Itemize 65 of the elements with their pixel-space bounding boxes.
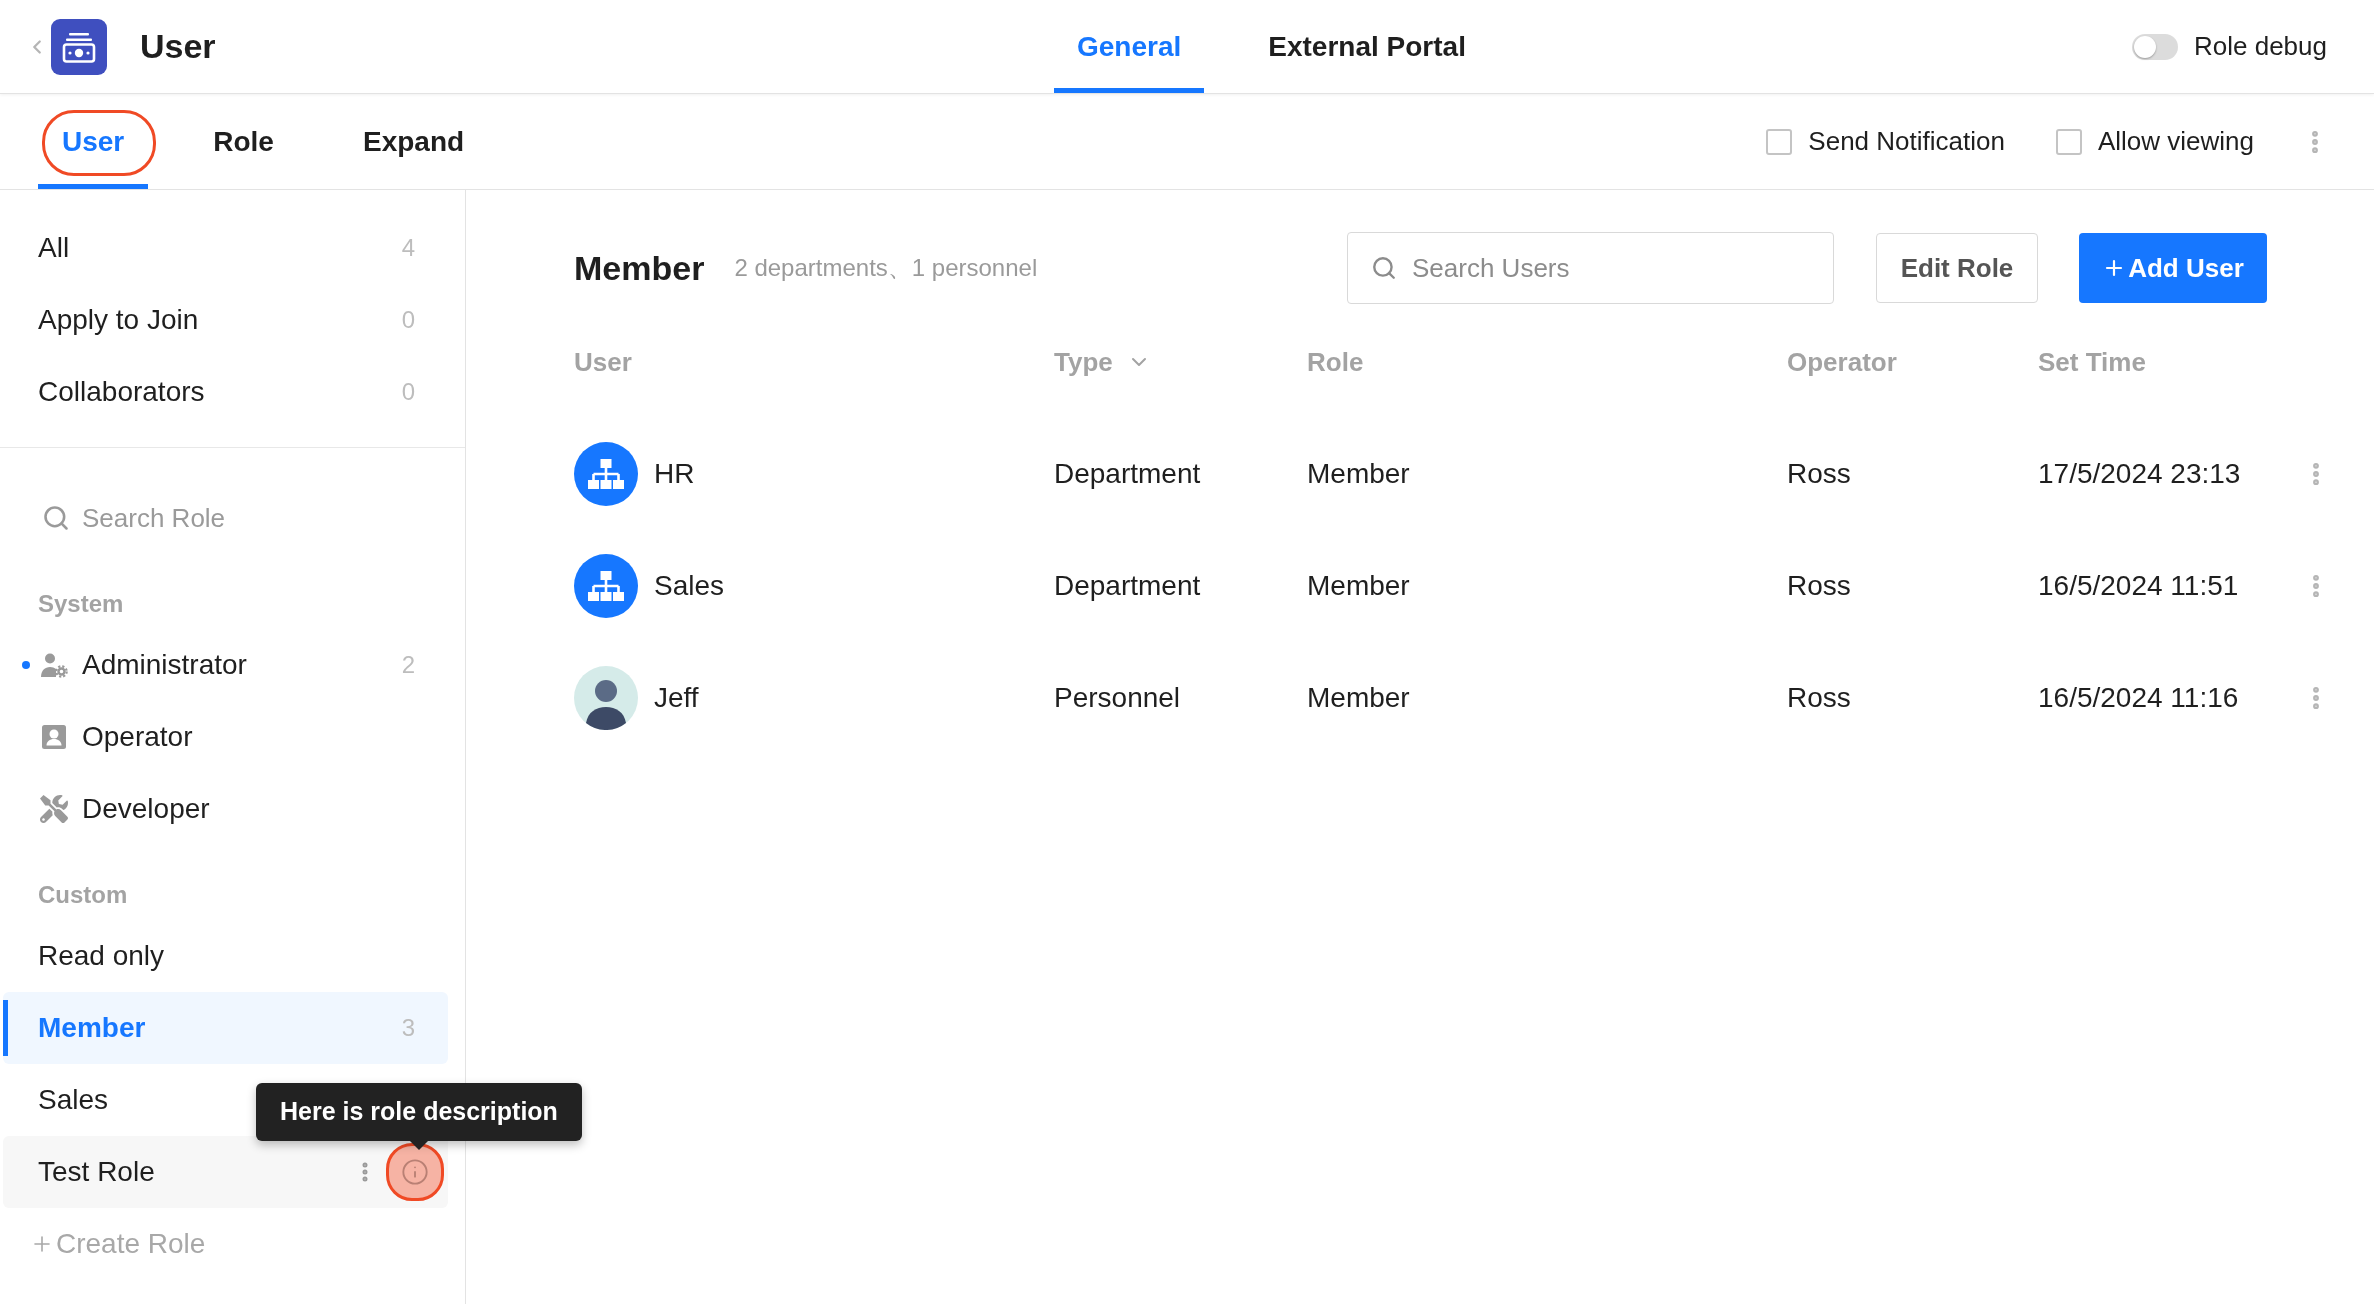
role-item[interactable]: Developer [3,773,448,845]
column-header: Role [1307,345,1364,379]
role-item[interactable]: Test Role [3,1136,448,1208]
user-name: Jeff [654,681,699,715]
org-chart-icon [574,442,638,506]
search-icon [1371,255,1397,281]
item-count: 0 [401,377,415,407]
filter-item[interactable]: Apply to Join 0 [0,284,465,356]
section-tab[interactable]: User [38,94,149,189]
item-count: 2 [401,650,415,680]
column-header: Operator [1787,345,1897,379]
table-cell-text: Department [1054,457,1201,491]
item-count: 3 [401,1013,415,1043]
contact-card-icon [40,723,68,751]
group-heading: System [38,589,124,619]
role-item[interactable]: Member 3 [3,992,448,1064]
role-item[interactable]: Operator [3,701,448,773]
table-cell-text: Ross [1787,681,1851,715]
table-cell-text: Department [1054,569,1201,603]
table-cell-text: Personnel [1054,681,1181,715]
info-icon[interactable] [386,1143,444,1201]
column-header: User [574,345,632,379]
section-tab[interactable]: Expand [338,94,489,189]
user-name: HR [654,457,695,491]
tooltip: Here is role description [256,1083,582,1150]
table-cell-text: Member [1307,457,1410,491]
item-count: 4 [401,233,415,263]
checkbox-label: Send Notification [1808,125,2005,158]
table-cell-text: Member [1307,681,1410,715]
user-name: Sales [654,569,725,603]
user-gear-icon [40,651,68,679]
column-header: Set Time [2038,345,2146,379]
table-cell-text: 17/5/2024 23:13 [2038,457,2241,491]
nav-tab[interactable]: External Portal [1245,0,1489,93]
toggle-label: Role debug [2194,30,2327,63]
toggle-switch[interactable] [2132,33,2178,60]
member-summary: 2 departments、1 personnel [734,253,1038,283]
banknote-icon [51,18,107,75]
table-cell-text: 16/5/2024 11:51 [2038,569,2239,603]
search-icon [42,504,70,532]
nav-tab[interactable]: General [1054,0,1205,93]
tools-icon [40,795,68,823]
group-heading: Custom [38,880,128,910]
role-item[interactable]: Administrator 2 [3,629,448,701]
table-cell-text: Ross [1787,569,1851,603]
table-cell-text: 16/5/2024 11:16 [2038,681,2239,715]
selection-bar [3,1000,8,1056]
role-item[interactable]: Read only [3,920,448,992]
checkbox[interactable] [2055,128,2082,155]
add-user-button[interactable]: Add User [2079,233,2267,303]
item-count: 0 [401,305,415,335]
checkbox[interactable] [1766,128,1793,155]
table-cell-text: Ross [1787,457,1851,491]
filter-item[interactable]: All 4 [0,212,465,284]
page-title: User [140,26,216,67]
filter-item[interactable]: Collaborators 0 [0,356,465,428]
section-tab[interactable]: Role [189,94,298,189]
org-chart-icon [574,554,638,618]
search-field[interactable]: Search Users [1347,232,1834,304]
user-avatar [574,666,638,730]
edit-role-button[interactable]: Edit Role [1876,233,2038,303]
search-field[interactable]: Search Role [42,494,435,542]
section-title: Member [574,247,705,289]
table-cell-text: Member [1307,569,1410,603]
checkbox-label: Allow viewing [2097,125,2254,158]
